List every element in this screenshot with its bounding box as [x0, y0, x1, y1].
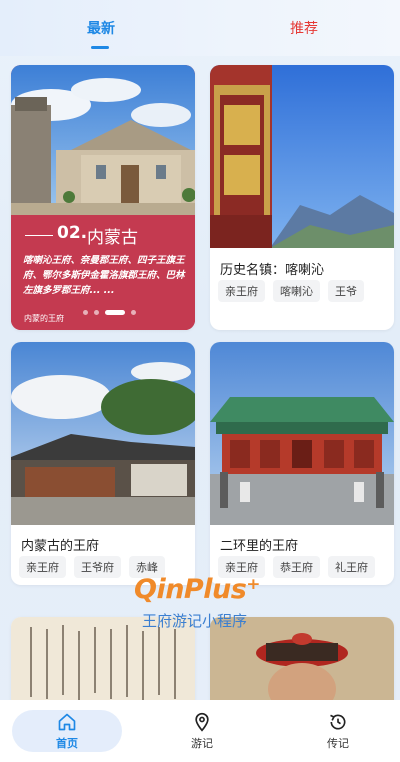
top-tab-bar: 最新 推荐: [0, 0, 400, 56]
feature-description: 喀喇沁王府、奈曼郡王府、四子王旗王府、鄂尔多斯伊金霍洛旗郡王府、巴林左旗多罗郡王…: [23, 255, 185, 296]
watermark-logo: QinPlus⁺: [134, 574, 261, 605]
card-title: 二环里的王府: [220, 539, 299, 554]
nav-biography-label: 传记: [327, 737, 349, 750]
card-image: [210, 342, 394, 525]
tag[interactable]: 王爷: [328, 280, 364, 302]
card-title: 内蒙古的王府: [21, 539, 100, 554]
feature-region: 内蒙古: [87, 228, 138, 248]
tab-recommend[interactable]: 推荐: [290, 18, 318, 38]
tag[interactable]: 礼王府: [328, 556, 375, 578]
article-card[interactable]: 内蒙古的王府 亲王府 王爷府 赤峰: [11, 342, 195, 585]
map-pin-icon: [195, 712, 209, 732]
tag[interactable]: 恭王府: [273, 556, 320, 578]
card-image: [210, 65, 394, 248]
bottom-navigation: 首页 游记 传记: [0, 700, 400, 762]
carousel-dot[interactable]: [83, 310, 88, 315]
nav-home[interactable]: 首页: [37, 712, 97, 751]
feature-caption: 内蒙的王府: [24, 314, 64, 323]
carousel-dots[interactable]: [83, 310, 136, 315]
article-card[interactable]: 历史名镇：喀喇沁 亲王府 喀喇沁 王爷: [210, 65, 394, 330]
tag[interactable]: 亲王府: [19, 556, 66, 578]
tag[interactable]: 王爷府: [74, 556, 121, 578]
carousel-dot-active[interactable]: [105, 310, 125, 315]
home-icon: [58, 713, 76, 731]
card-tags: 亲王府 喀喇沁 王爷: [218, 280, 364, 302]
feature-carousel-card[interactable]: 02. 内蒙古 喀喇沁王府、奈曼郡王府、四子王旗王府、鄂尔多斯伊金霍洛旗郡王府、…: [11, 65, 195, 330]
feature-image: [11, 65, 195, 215]
article-card[interactable]: 二环里的王府 亲王府 恭王府 礼王府: [210, 342, 394, 585]
feature-panel: 02. 内蒙古 喀喇沁王府、奈曼郡王府、四子王旗王府、鄂尔多斯伊金霍洛旗郡王府、…: [11, 215, 195, 330]
feature-divider: [25, 235, 53, 236]
tab-latest[interactable]: 最新: [87, 18, 115, 38]
nav-travel[interactable]: 游记: [172, 712, 232, 751]
nav-travel-label: 游记: [191, 737, 213, 750]
tab-active-indicator: [91, 46, 109, 49]
nav-home-label: 首页: [56, 737, 78, 750]
history-icon: [330, 714, 346, 730]
carousel-dot[interactable]: [94, 310, 99, 315]
card-title: 历史名镇：喀喇沁: [220, 263, 325, 278]
tag[interactable]: 喀喇沁: [273, 280, 320, 302]
carousel-dot[interactable]: [131, 310, 136, 315]
tag[interactable]: 亲王府: [218, 280, 265, 302]
watermark-subtitle: 王府游记小程序: [142, 612, 248, 630]
nav-biography[interactable]: 传记: [308, 712, 368, 751]
card-image: [11, 342, 195, 525]
feature-number: 02.: [57, 223, 88, 243]
